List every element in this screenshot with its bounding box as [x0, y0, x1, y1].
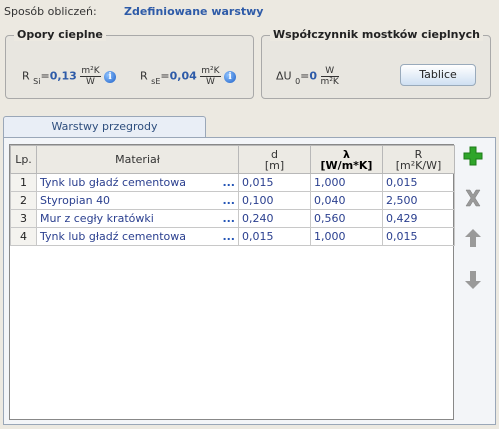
rse-value[interactable]: 0,04	[170, 70, 197, 83]
rse-unit: m²K W	[200, 66, 221, 87]
r-cell[interactable]: 2,500	[382, 191, 455, 210]
material-cell[interactable]: Styropian 40	[36, 191, 220, 210]
material-cell[interactable]: Tynk lub gładź cementowa	[36, 173, 220, 192]
plus-icon	[463, 146, 483, 166]
tables-button[interactable]: Tablice	[400, 64, 476, 86]
rsi-value-line: R Si=0,13 m²K W i	[22, 66, 117, 87]
table-row[interactable]: 1 Tynk lub gładź cementowa ... 0,015 1,0…	[10, 173, 455, 192]
col-lp-header[interactable]: Lp.	[10, 145, 37, 174]
rsi-unit: m²K W	[80, 66, 101, 87]
lambda-cell[interactable]: 0,040	[310, 191, 383, 210]
table-header-row: Lp. Materiał d [m] λ [W/m*K] R [m²K/W]	[10, 145, 455, 174]
tab-layers[interactable]: Warstwy przegrody	[3, 116, 206, 138]
col-r-header[interactable]: R [m²K/W]	[382, 145, 455, 174]
r-cell[interactable]: 0,429	[382, 209, 455, 228]
rse-info-icon[interactable]: i	[224, 70, 237, 83]
r-cell[interactable]: 0,015	[382, 173, 455, 192]
lambda-cell[interactable]: 1,000	[310, 227, 383, 246]
col-lambda-header[interactable]: λ [W/m*K]	[310, 145, 383, 174]
material-cell[interactable]: Tynk lub gładź cementowa	[36, 227, 220, 246]
delete-layer-button[interactable]	[462, 188, 484, 210]
du-unit: Wm²K	[320, 66, 339, 87]
material-picker-button[interactable]: ...	[219, 173, 240, 192]
lambda-cell[interactable]: 1,000	[310, 173, 383, 192]
thermal-resistance-group: Opory cieplne R Si=0,13 m²K W i R sE=0,04…	[5, 28, 254, 99]
layers-grid: Lp. Materiał d [m] λ [W/m*K] R [m²K/W] 1 Ty…	[9, 144, 455, 420]
d-cell[interactable]: 0,100	[238, 191, 311, 210]
add-layer-button[interactable]	[462, 146, 484, 168]
r-cell[interactable]: 0,015	[382, 227, 455, 246]
table-row[interactable]: 2 Styropian 40 ... 0,100 0,040 2,500	[10, 191, 455, 210]
col-material-header[interactable]: Materiał	[36, 145, 239, 174]
rsi-info-icon[interactable]: i	[104, 70, 117, 83]
calc-method-value[interactable]: Zdefiniowane warstwy	[124, 5, 263, 18]
table-row[interactable]: 4 Tynk lub gładź cementowa ... 0,015 1,0…	[10, 227, 455, 246]
d-cell[interactable]: 0,015	[238, 227, 311, 246]
d-cell[interactable]: 0,015	[238, 173, 311, 192]
col-d-header[interactable]: d [m]	[238, 145, 311, 174]
table-row[interactable]: 3 Mur z cegły kratówki ... 0,240 0,560 0…	[10, 209, 455, 228]
thermal-bridges-group: Współczynnik mostków cieplnych ΔU 0=0 Wm…	[261, 28, 491, 99]
du-value-line: ΔU 0=0 Wm²K	[276, 66, 339, 87]
calc-method-label: Sposób obliczeń:	[4, 5, 97, 18]
du-value[interactable]: 0	[309, 70, 317, 83]
rsi-value[interactable]: 0,13	[50, 70, 77, 83]
x-icon	[465, 189, 481, 207]
material-picker-button[interactable]: ...	[219, 191, 240, 210]
material-picker-button[interactable]: ...	[219, 227, 240, 246]
thermal-resistance-title: Opory cieplne	[14, 28, 106, 41]
layers-table: Lp. Materiał d [m] λ [W/m*K] R [m²K/W] 1 Ty…	[10, 145, 455, 246]
d-cell[interactable]: 0,240	[238, 209, 311, 228]
material-cell[interactable]: Mur z cegły kratówki	[36, 209, 220, 228]
thermal-bridges-title: Współczynnik mostków cieplnych	[270, 28, 484, 41]
arrow-up-icon	[465, 229, 481, 247]
material-picker-button[interactable]: ...	[219, 209, 240, 228]
layers-panel: Lp. Materiał d [m] λ [W/m*K] R [m²K/W] 1 Ty…	[3, 137, 496, 425]
arrow-down-icon	[465, 271, 481, 289]
move-down-button[interactable]	[462, 270, 484, 292]
rse-value-line: R sE=0,04 m²K W i	[140, 66, 237, 87]
move-up-button[interactable]	[462, 228, 484, 250]
lambda-cell[interactable]: 0,560	[310, 209, 383, 228]
